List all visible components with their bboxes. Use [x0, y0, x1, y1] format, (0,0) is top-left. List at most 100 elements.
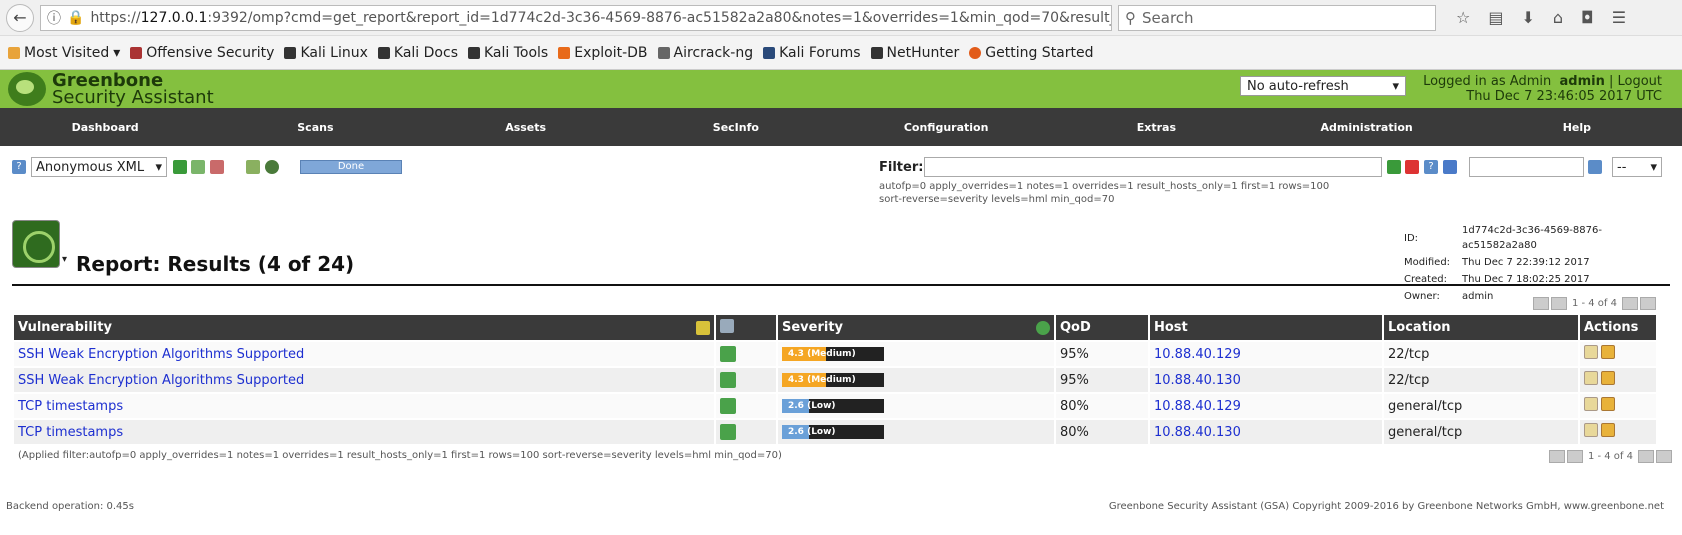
- task-details-icon[interactable]: [246, 160, 260, 174]
- menu-dashboard[interactable]: Dashboard: [0, 121, 210, 134]
- add-note-icon[interactable]: [1584, 371, 1598, 385]
- bookmark-kali-docs[interactable]: Kali Docs: [377, 45, 458, 61]
- pocket-icon[interactable]: ◘: [1581, 8, 1594, 27]
- first-page-icon[interactable]: [1548, 450, 1565, 463]
- gsa-header: Greenbone Security Assistant No auto-ref…: [0, 70, 1682, 108]
- report-menu-chevron-icon[interactable]: ▾: [62, 254, 67, 265]
- reading-list-icon[interactable]: ▤: [1488, 8, 1503, 27]
- folder-icon: [8, 46, 20, 59]
- host-link[interactable]: 10.88.40.129: [1154, 347, 1241, 362]
- reset-filter-icon[interactable]: [1405, 160, 1419, 174]
- add-note-icon[interactable]: [1584, 397, 1598, 411]
- last-page-icon[interactable]: [1656, 450, 1672, 463]
- menu-assets[interactable]: Assets: [421, 121, 631, 134]
- url-bar[interactable]: ⓘ 🔒 https://127.0.0.1:9392/omp?cmd=get_r…: [40, 4, 1112, 31]
- menu-help[interactable]: Help: [1472, 121, 1682, 134]
- next-page-icon[interactable]: [1638, 450, 1654, 463]
- delta-report-icon[interactable]: [265, 160, 279, 174]
- vulnerability-link[interactable]: SSH Weak Encryption Algorithms Supported: [18, 373, 304, 388]
- vulnerability-link[interactable]: TCP timestamps: [18, 399, 123, 414]
- save-filter-icon[interactable]: [1588, 160, 1602, 174]
- bookmark-kali-forums[interactable]: Kali Forums: [763, 45, 861, 61]
- bookmark-offensive-security[interactable]: Offensive Security: [130, 45, 274, 61]
- search-input[interactable]: ⚲ Search: [1118, 4, 1436, 31]
- user-link[interactable]: admin: [1559, 74, 1604, 89]
- host-link[interactable]: 10.88.40.129: [1154, 399, 1241, 414]
- severity-cell: 4.3 (Medium): [778, 342, 1054, 366]
- add-override-icon[interactable]: [1601, 371, 1615, 385]
- vulnerability-cell: SSH Weak Encryption Algorithms Supported: [14, 368, 714, 392]
- filter-help-icon[interactable]: ?: [1424, 160, 1438, 174]
- menu-scans[interactable]: Scans: [210, 121, 420, 134]
- override-cell: [716, 394, 776, 418]
- location-cell: general/tcp: [1384, 394, 1578, 418]
- applied-filter-row: (Applied filter:autofp=0 apply_overrides…: [18, 450, 1682, 463]
- header-overrides: [716, 315, 776, 340]
- downloads-icon[interactable]: ⬇: [1521, 8, 1534, 27]
- menu-extras[interactable]: Extras: [1051, 121, 1261, 134]
- report-radar-icon[interactable]: [12, 220, 60, 268]
- home-icon[interactable]: ⌂: [1553, 8, 1563, 27]
- host-link[interactable]: 10.88.40.130: [1154, 373, 1241, 388]
- report-format-select[interactable]: Anonymous XML ▾: [31, 157, 167, 177]
- bookmark-kali-linux[interactable]: Kali Linux: [284, 45, 368, 61]
- auto-refresh-select[interactable]: No auto-refresh ▾: [1240, 76, 1406, 96]
- prev-page-icon[interactable]: [1566, 450, 1583, 463]
- menu-icon[interactable]: ☰: [1612, 8, 1626, 27]
- filter-name-input[interactable]: [1469, 157, 1584, 177]
- header-location[interactable]: Location: [1384, 315, 1578, 340]
- report-created: Thu Dec 7 18:02:25 2017: [1462, 274, 1590, 285]
- header-vulnerability[interactable]: Vulnerability: [14, 315, 714, 340]
- bookmark-kali-tools[interactable]: Kali Tools: [468, 45, 548, 61]
- severity-cell: 2.6 (Low): [778, 394, 1054, 418]
- help-icon[interactable]: ?: [12, 160, 26, 174]
- vulnerability-link[interactable]: TCP timestamps: [18, 425, 123, 440]
- host-link[interactable]: 10.88.40.130: [1154, 425, 1241, 440]
- add-note-icon[interactable]: [1584, 423, 1598, 437]
- menu-configuration[interactable]: Configuration: [841, 121, 1051, 134]
- saved-filter-select[interactable]: -- ▾: [1612, 157, 1662, 177]
- add-to-assets-icon[interactable]: [191, 160, 205, 174]
- header-severity[interactable]: Severity: [778, 315, 1054, 340]
- override-cell: [716, 368, 776, 392]
- bookmark-getting-started[interactable]: Getting Started: [969, 45, 1094, 61]
- add-override-icon[interactable]: [1601, 345, 1615, 359]
- menu-administration[interactable]: Administration: [1262, 121, 1472, 134]
- add-override-icon[interactable]: [1601, 423, 1615, 437]
- download-icon[interactable]: [173, 160, 187, 174]
- override-icon[interactable]: [720, 372, 736, 388]
- filter-input[interactable]: [924, 157, 1382, 177]
- menu-secinfo[interactable]: SecInfo: [631, 121, 841, 134]
- override-icon[interactable]: [720, 424, 736, 440]
- severity-toggle-icon[interactable]: [1036, 321, 1050, 335]
- header-qod[interactable]: QoD: [1056, 315, 1148, 340]
- gsa-logo[interactable]: Greenbone Security Assistant: [0, 72, 214, 107]
- report-header: ▾ Report: Results (4 of 24) ID: 1d774c2d-…: [12, 212, 1670, 302]
- edit-filter-icon[interactable]: [1443, 160, 1457, 174]
- override-cell: [716, 342, 776, 366]
- vulnerability-link[interactable]: SSH Weak Encryption Algorithms Supported: [18, 347, 304, 362]
- add-override-icon[interactable]: [1601, 397, 1615, 411]
- override-icon[interactable]: [720, 398, 736, 414]
- severity-bar: 4.3 (Medium): [782, 347, 884, 361]
- table-row: SSH Weak Encryption Algorithms Supported…: [14, 342, 1656, 366]
- pager-bottom: 1 - 4 of 4: [1548, 450, 1682, 463]
- bookmark-most-visited[interactable]: Most Visited ▾: [8, 45, 120, 61]
- header-host[interactable]: Host: [1150, 315, 1382, 340]
- remove-from-assets-icon[interactable]: [210, 160, 224, 174]
- bookmark-star-icon[interactable]: ☆: [1456, 8, 1470, 27]
- refresh-filter-icon[interactable]: [1387, 160, 1401, 174]
- logout-link[interactable]: Logout: [1617, 74, 1662, 89]
- results-table: Vulnerability Severity QoD Host Location…: [12, 313, 1658, 446]
- back-button[interactable]: ←: [6, 3, 34, 32]
- vulnerability-cell: TCP timestamps: [14, 420, 714, 444]
- override-icon[interactable]: [720, 346, 736, 362]
- add-note-icon[interactable]: [696, 321, 710, 335]
- bookmark-aircrack[interactable]: Aircrack-ng: [657, 45, 753, 61]
- bookmark-exploit-db[interactable]: Exploit-DB: [558, 45, 648, 61]
- login-info: Logged in as Admin admin | Logout Thu De…: [1423, 74, 1662, 104]
- chevron-down-icon: ▾: [155, 159, 162, 175]
- add-note-icon[interactable]: [1584, 345, 1598, 359]
- scan-status-bar: Done: [300, 160, 402, 174]
- bookmark-nethunter[interactable]: NetHunter: [870, 45, 959, 61]
